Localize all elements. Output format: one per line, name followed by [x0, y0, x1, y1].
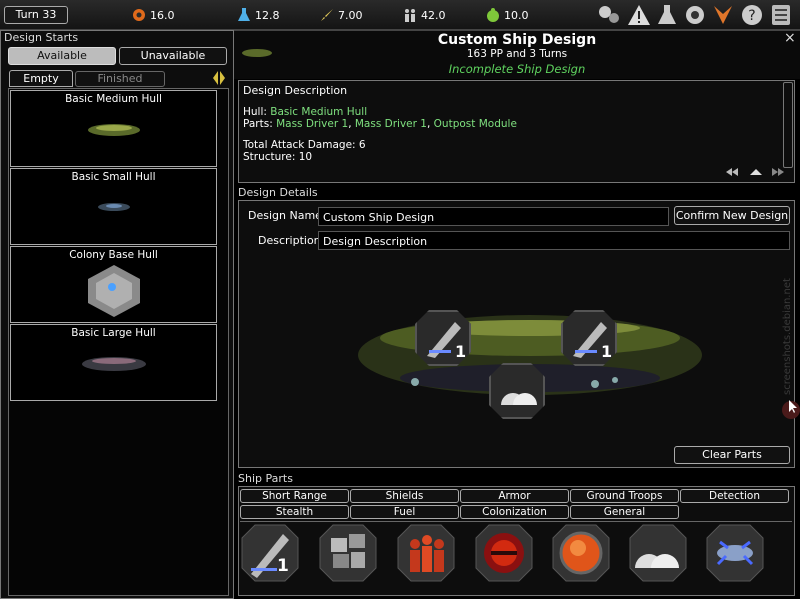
description-input[interactable]: Design Description: [318, 231, 790, 250]
part-separator: ,: [426, 118, 434, 130]
basic-medium-hull-image: [87, 124, 140, 136]
population-indicator[interactable]: 42.0: [402, 7, 446, 23]
tab-empty-hulls[interactable]: Empty Hulls: [9, 70, 73, 100]
design-menu-icon[interactable]: [711, 3, 735, 27]
population-icon: [405, 9, 415, 22]
industry-gear-icon: [133, 9, 145, 21]
research-flask-icon: [238, 8, 250, 21]
help-icon[interactable]: ?: [740, 3, 764, 27]
clear-parts-button[interactable]: Clear Parts: [674, 446, 790, 464]
slot-count: 1: [601, 342, 613, 361]
research-indicator[interactable]: 12.8: [236, 7, 280, 23]
available-button[interactable]: Available: [8, 47, 116, 65]
part-detector[interactable]: [475, 524, 533, 582]
design-cost: 163 PP and 3 Turns: [466, 48, 568, 60]
design-details-title: Design Details: [238, 186, 318, 199]
weapon-slot-left[interactable]: 1: [415, 310, 471, 366]
ship-parts-title: Ship Parts: [238, 472, 293, 485]
parts-line: Parts: Mass Driver 1, Mass Driver 1, Out…: [243, 118, 517, 130]
trade-value: 7.00: [338, 8, 363, 22]
tab-finished-designs[interactable]: Finished Designs: [75, 71, 165, 99]
basic-small-hull-image: [97, 203, 130, 211]
basic-large-hull-image: [81, 357, 146, 371]
part-fuel-tank[interactable]: [552, 524, 610, 582]
part-ground-troops[interactable]: [397, 524, 455, 582]
influence-indicator[interactable]: 10.0: [485, 7, 529, 23]
research-value: 12.8: [255, 8, 280, 22]
weapon-slot-right[interactable]: 1: [561, 310, 617, 366]
part-armor-plating[interactable]: [319, 524, 377, 582]
industry-indicator[interactable]: 16.0: [131, 7, 175, 23]
part-count: 1: [277, 556, 289, 576]
description-title: Design Description: [243, 84, 348, 97]
tab-stealth[interactable]: Stealth: [240, 505, 349, 519]
pedia-navigation-icon[interactable]: [724, 166, 788, 178]
hull-item-basic-medium[interactable]: Basic Medium Hull: [10, 90, 217, 167]
part-link[interactable]: Mass Driver 1: [355, 118, 427, 130]
part-outpost-module[interactable]: [629, 524, 687, 582]
mass-driver-icon: [241, 524, 299, 582]
hull-line-label: Hull:: [243, 106, 271, 118]
unavailable-button[interactable]: Unavailable: [119, 47, 227, 65]
tab-detection[interactable]: Detection: [680, 489, 789, 503]
research-menu-icon[interactable]: [655, 3, 679, 27]
description-body: Hull: Basic Medium Hull Parts: Mass Driv…: [243, 106, 517, 163]
part-link[interactable]: Outpost Module: [434, 118, 517, 130]
watermark: screenshots.debian.net: [782, 278, 793, 395]
top-bar: Turn 33 16.0 12.8 7.00 42.0 10.0 ?: [0, 0, 800, 30]
menu-icon[interactable]: [769, 3, 793, 27]
production-gear-icon[interactable]: [683, 3, 707, 27]
hull-label: Basic Large Hull: [71, 327, 156, 339]
mouse-cursor-icon: [782, 400, 800, 419]
influence-value: 10.0: [504, 8, 529, 22]
outpost-module-icon: [501, 393, 537, 405]
confirm-new-design-button[interactable]: Confirm New Design: [674, 206, 790, 225]
hull-item-basic-small[interactable]: Basic Small Hull: [10, 168, 217, 245]
influence-icon: [487, 8, 499, 22]
hull-label: Colony Base Hull: [69, 249, 158, 261]
trade-rocket-icon: [321, 9, 333, 21]
design-starts-title: Design Starts: [4, 31, 79, 44]
part-mass-driver[interactable]: 1: [241, 524, 299, 582]
tab-colonization[interactable]: Colonization: [460, 505, 569, 519]
design-name-label: Design Name: [248, 209, 322, 222]
design-title: Custom Ship Design: [437, 32, 597, 48]
close-button[interactable]: ×: [784, 30, 796, 46]
hull-line: Hull: Basic Medium Hull: [243, 106, 517, 118]
part-link[interactable]: Mass Driver 1: [276, 118, 348, 130]
hull-label: Basic Small Hull: [71, 171, 156, 183]
design-name-input[interactable]: Custom Ship Design: [318, 207, 669, 226]
part-separator: ,: [348, 118, 355, 130]
tab-general[interactable]: General: [570, 505, 679, 519]
warning-icon[interactable]: [627, 3, 651, 27]
structure-line: Structure: 10: [243, 151, 313, 163]
population-value: 42.0: [421, 8, 446, 22]
slot-count: 1: [455, 342, 467, 361]
trade-indicator[interactable]: 7.00: [319, 7, 363, 23]
tab-shields[interactable]: Shields: [350, 489, 459, 503]
galaxy-map-icon[interactable]: [597, 3, 621, 27]
hull-line-value[interactable]: Basic Medium Hull: [270, 106, 367, 118]
design-preview-thumbnail: [242, 49, 272, 57]
description-scrollbar[interactable]: [783, 82, 793, 168]
tab-ground-troops[interactable]: Ground Troops: [570, 489, 679, 503]
hull-item-basic-large[interactable]: Basic Large Hull: [10, 324, 217, 401]
industry-value: 16.0: [150, 8, 175, 22]
parts-line-label: Parts:: [243, 118, 277, 130]
hull-item-colony-base[interactable]: Colony Base Hull: [10, 246, 217, 323]
turn-button[interactable]: Turn 33: [4, 6, 68, 24]
attack-line: Total Attack Damage: 6: [243, 139, 366, 151]
description-label: Description: [258, 234, 321, 247]
svg-text:?: ?: [748, 8, 755, 24]
design-status: Incomplete Ship Design: [448, 62, 586, 76]
tab-scroll-arrows-icon[interactable]: [212, 69, 226, 87]
colony-base-hull-image: [87, 265, 140, 317]
hull-label: Basic Medium Hull: [65, 93, 162, 105]
part-drone-bay[interactable]: [706, 524, 764, 582]
tab-short-range[interactable]: Short Range: [240, 489, 349, 503]
tab-fuel[interactable]: Fuel: [350, 505, 459, 519]
tab-armor[interactable]: Armor: [460, 489, 569, 503]
parts-divider: [240, 521, 792, 522]
internal-slot[interactable]: [489, 363, 545, 419]
